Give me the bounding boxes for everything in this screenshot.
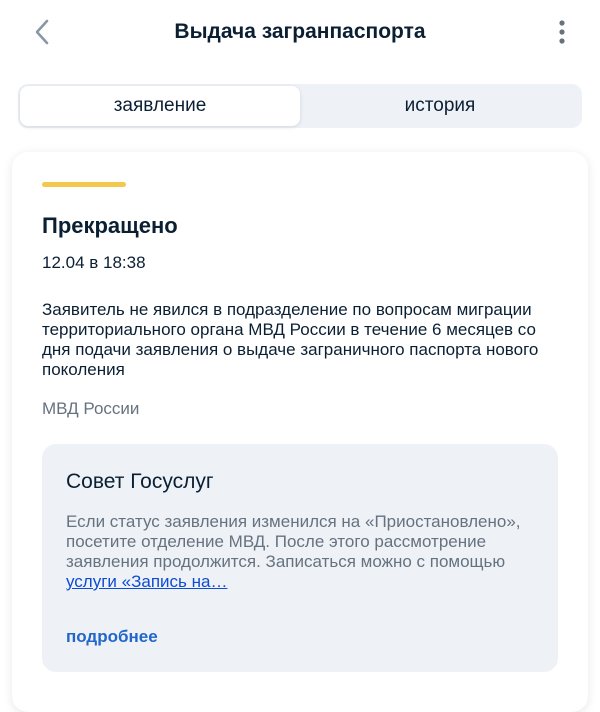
more-link[interactable]: подробнее bbox=[66, 626, 158, 648]
more-vertical-icon bbox=[559, 20, 565, 44]
status-source: МВД России bbox=[42, 399, 140, 418]
page-title: Выдача загранпаспорта bbox=[174, 20, 426, 43]
status-indicator bbox=[42, 182, 126, 187]
gosuslugi-tip: Совет Госуслуг Если статус заявления изм… bbox=[42, 444, 558, 672]
status-card: Прекращено 12.04 в 18:38 Заявитель не яв… bbox=[12, 152, 588, 712]
tab-switcher: заявление история bbox=[18, 84, 582, 128]
status-description: Заявитель не явился в подразделение по в… bbox=[42, 300, 539, 379]
header: Выдача загранпаспорта bbox=[0, 0, 600, 64]
more-menu-button[interactable] bbox=[552, 14, 572, 50]
tip-text-body: Если статус заявления изменился на «Прио… bbox=[66, 512, 521, 571]
tip-service-link[interactable]: услуги «Запись на… bbox=[66, 572, 227, 591]
tip-text: Если статус заявления изменился на «Прио… bbox=[66, 512, 544, 592]
status-date: 12.04 в 18:38 bbox=[42, 253, 146, 272]
tab-history[interactable]: история bbox=[300, 86, 580, 126]
status-title: Прекращено bbox=[42, 213, 178, 238]
tab-application[interactable]: заявление bbox=[20, 86, 300, 126]
tip-title: Совет Госуслуг bbox=[66, 470, 214, 493]
